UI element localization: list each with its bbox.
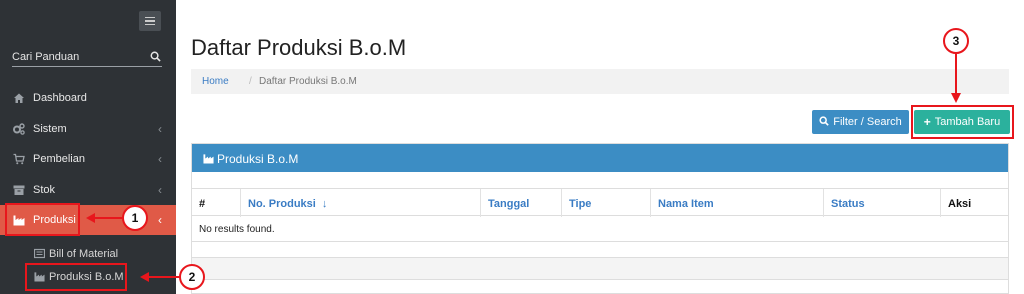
- table-footer-spacer: [192, 242, 1008, 258]
- annotation-marker-1: 1: [122, 205, 148, 231]
- sidebar-item-label: Dashboard: [33, 92, 87, 104]
- table-footer: [192, 258, 1008, 280]
- annotation-marker-2: 2: [179, 264, 205, 290]
- sort-icon[interactable]: ↓: [322, 198, 328, 210]
- sidebar-subitem-bill-of-material[interactable]: Bill of Material: [0, 244, 176, 264]
- filter-search-label: Filter / Search: [833, 116, 902, 128]
- panel-title: Produksi B.o.M: [217, 152, 299, 166]
- page-title: Daftar Produksi B.o.M: [191, 35, 407, 60]
- search-icon[interactable]: [150, 51, 161, 65]
- sidebar-item-sistem[interactable]: Sistem ‹: [0, 115, 176, 143]
- list-icon: [33, 248, 46, 259]
- main-content: Daftar Produksi B.o.M Home / Daftar Prod…: [176, 0, 1024, 294]
- sidebar-subitem-label: Bill of Material: [49, 248, 119, 260]
- chevron-left-icon: ‹: [158, 213, 162, 227]
- breadcrumb-home-link[interactable]: Home: [202, 76, 229, 87]
- column-header-number: #: [192, 189, 241, 217]
- search-icon: [819, 115, 830, 129]
- column-header-label: No. Produksi: [248, 198, 316, 210]
- annotation-highlight-produksi: [5, 203, 80, 236]
- panel-header: Produksi B.o.M: [192, 144, 1008, 172]
- table-row-empty: No results found.: [192, 216, 1008, 242]
- industry-icon: [203, 153, 214, 167]
- cogs-icon: [13, 123, 25, 135]
- annotation-marker-3: 3: [943, 28, 969, 54]
- annotation-highlight-produksi-bom: [25, 263, 127, 291]
- column-header-tanggal[interactable]: Tanggal: [481, 189, 562, 217]
- sidebar-item-label: Stok: [33, 184, 56, 196]
- breadcrumb-current: Daftar Produksi B.o.M: [259, 76, 357, 87]
- annotation-highlight-add-button: [911, 105, 1014, 139]
- column-header-tipe[interactable]: Tipe: [562, 189, 651, 217]
- column-header-aksi: Aksi: [948, 198, 972, 210]
- sidebar: Cari Panduan Dashboard Sistem ‹ Pembelia…: [0, 0, 176, 294]
- home-icon: [13, 92, 25, 104]
- search-input[interactable]: Cari Panduan: [12, 50, 162, 67]
- column-header-no-produksi[interactable]: No. Produksi ↓: [241, 189, 481, 217]
- app-window: Cari Panduan Dashboard Sistem ‹ Pembelia…: [0, 0, 1024, 294]
- chevron-left-icon: ‹: [158, 122, 162, 136]
- archive-icon: [13, 184, 25, 196]
- sidebar-item-label: Sistem: [33, 123, 67, 135]
- sidebar-item-dashboard[interactable]: Dashboard: [0, 84, 176, 112]
- cart-icon: [13, 153, 25, 165]
- filter-search-button[interactable]: Filter / Search: [812, 110, 909, 134]
- chevron-left-icon: ‹: [158, 152, 162, 166]
- produksi-panel: Produksi B.o.M # No. Produksi ↓ Tanggal …: [191, 143, 1009, 294]
- sidebar-item-pembelian[interactable]: Pembelian ‹: [0, 145, 176, 173]
- search-placeholder: Cari Panduan: [12, 51, 80, 63]
- breadcrumb-separator: /: [249, 76, 252, 87]
- table-header-row: # No. Produksi ↓ Tanggal Tipe Nama Item …: [192, 188, 1008, 217]
- sidebar-item-stok[interactable]: Stok ‹: [0, 176, 176, 204]
- empty-results-text: No results found.: [199, 224, 275, 235]
- column-header-nama-item[interactable]: Nama Item: [651, 189, 824, 217]
- results-table: # No. Produksi ↓ Tanggal Tipe Nama Item …: [192, 188, 1008, 280]
- sidebar-item-label: Pembelian: [33, 153, 85, 165]
- column-header-status[interactable]: Status: [824, 189, 941, 217]
- chevron-left-icon: ‹: [158, 183, 162, 197]
- hamburger-icon[interactable]: [139, 11, 161, 31]
- breadcrumb: Home / Daftar Produksi B.o.M: [191, 69, 1009, 94]
